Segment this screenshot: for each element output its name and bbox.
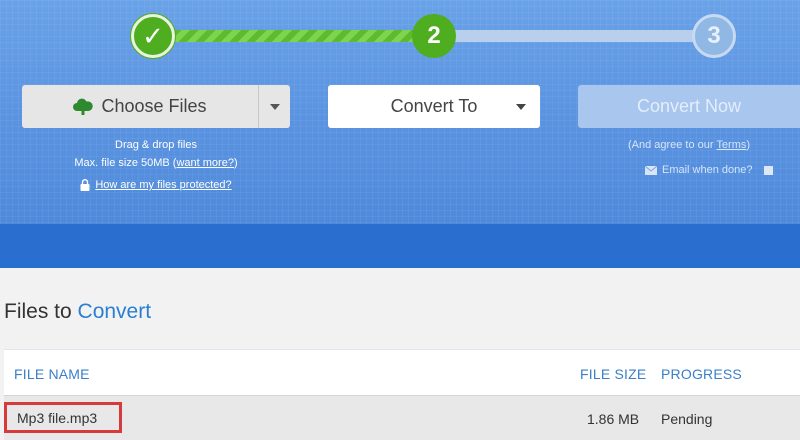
hero-bottom-band <box>0 224 800 268</box>
progress-line-completed <box>172 30 416 42</box>
choose-files-dropdown-toggle[interactable] <box>258 85 290 128</box>
email-when-done-checkbox[interactable] <box>763 165 773 175</box>
step-2-number: 2 <box>427 22 441 49</box>
table-row[interactable]: Mp3 file.mp3 1.86 MB Pending <box>4 395 800 440</box>
terms-link[interactable]: Terms <box>716 139 746 151</box>
max-size-suffix: ) <box>233 157 238 169</box>
lock-icon <box>80 179 90 191</box>
mail-icon <box>645 165 657 175</box>
checkmark-icon: ✓ <box>142 20 164 51</box>
convert-to-label: Convert To <box>390 96 478 116</box>
files-protected-hint: How are my files protected? <box>22 179 290 191</box>
email-when-done-option[interactable]: Email when done? <box>645 164 773 176</box>
progress-line-pending <box>452 30 696 42</box>
file-name-cell: Mp3 file.mp3 <box>4 402 122 433</box>
cloud-upload-icon <box>73 98 94 115</box>
email-when-done-label: Email when done? <box>662 164 753 176</box>
convert-now-button[interactable]: Convert Now <box>578 85 800 128</box>
column-header-file-size: FILE SIZE <box>580 366 647 382</box>
agree-prefix: (And agree to our <box>627 139 717 151</box>
step-3-indicator: 3 <box>692 14 736 58</box>
step-1-indicator: ✓ <box>131 14 175 58</box>
max-file-size-hint: Max. file size 50MB (want more?) <box>22 157 290 169</box>
files-title-accent: Convert <box>77 300 152 323</box>
want-more-link[interactable]: want more? <box>176 157 233 169</box>
terms-agreement-text: (And agree to our Terms) <box>578 139 800 151</box>
convert-now-label: Convert Now <box>636 96 742 116</box>
files-title-plain: Files to <box>4 300 78 323</box>
files-section-title: Files to Convert <box>4 300 151 324</box>
chevron-down-icon <box>516 104 526 110</box>
column-header-file-name: FILE NAME <box>14 366 90 382</box>
step-3-number: 3 <box>707 22 721 49</box>
file-progress-cell: Pending <box>661 411 713 427</box>
choose-files-button[interactable]: Choose Files <box>22 85 258 128</box>
step-2-indicator: 2 <box>412 14 456 58</box>
file-size-cell: 1.86 MB <box>587 411 640 427</box>
files-protected-link[interactable]: How are my files protected? <box>95 179 231 191</box>
max-size-text: Max. file size 50MB ( <box>74 157 177 169</box>
convert-to-dropdown[interactable]: Convert To <box>328 85 540 128</box>
drag-drop-hint: Drag & drop files <box>115 139 197 151</box>
chevron-down-icon <box>269 103 280 110</box>
upload-hero: ✓ 2 3 Choose Files Convert To Convert No… <box>0 0 800 268</box>
column-header-progress: PROGRESS <box>661 366 742 382</box>
agree-suffix: ) <box>746 139 751 151</box>
choose-files-label: Choose Files <box>101 96 207 116</box>
files-table-header: FILE NAME FILE SIZE PROGRESS <box>4 349 800 395</box>
